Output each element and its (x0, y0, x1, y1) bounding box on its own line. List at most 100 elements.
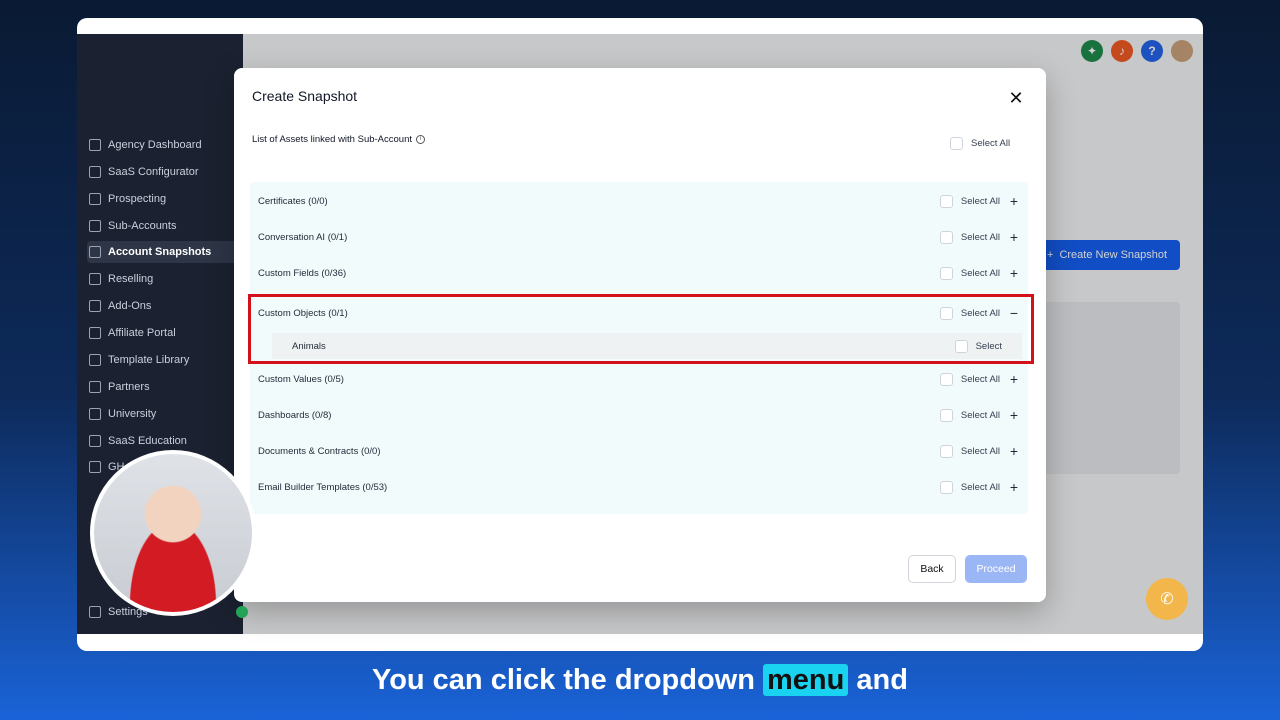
asset-row-certificates: Certificates (0/0) Select All + (250, 184, 1028, 218)
chat-icon[interactable]: ✆ (1146, 578, 1188, 620)
caption-highlight: menu (763, 664, 849, 696)
select-all-label: Select All (960, 267, 1000, 279)
sidebar-item-label: Template Library (108, 354, 190, 366)
asset-row-custom-values: Custom Values (0/5) Select All + (250, 362, 1028, 396)
asset-row-label: Certificates (0/0) (258, 195, 328, 207)
sidebar-item-reselling[interactable]: Reselling (87, 268, 237, 290)
sidebar-item-sub-accounts[interactable]: Sub-Accounts (87, 215, 237, 237)
asset-row-label: Custom Values (0/5) (258, 373, 344, 385)
handshake-icon (89, 381, 101, 393)
sidebar-item-template-library[interactable]: Template Library (87, 349, 237, 371)
global-select-all: Select All (950, 137, 1010, 150)
sidebar-item-label: SaaS Configurator (108, 166, 199, 178)
asset-list: Certificates (0/0) Select All + Conversat… (250, 182, 1028, 514)
asset-row-label: Dashboards (0/8) (258, 409, 332, 421)
select-all-checkbox[interactable] (950, 137, 963, 150)
asset-row-custom-fields: Custom Fields (0/36) Select All + (250, 256, 1028, 290)
sidebar-item-partners[interactable]: Partners (87, 376, 237, 398)
select-label: Select (975, 340, 1002, 352)
expand-plus-icon[interactable]: + (1008, 193, 1020, 209)
select-all-label: Select All (960, 445, 1000, 457)
graduation-cap-icon (89, 408, 101, 420)
bag-icon (89, 300, 101, 312)
asset-row-dashboards: Dashboards (0/8) Select All + (250, 398, 1028, 432)
sidebar-item-label: Agency Dashboard (108, 139, 202, 151)
select-all-label: Select All (960, 409, 1000, 421)
prospecting-icon (89, 193, 101, 205)
education-icon (89, 435, 101, 447)
sidebar-item-label: Affiliate Portal (108, 327, 176, 339)
select-all-label: Select All (960, 373, 1000, 385)
sidebar-item-label: Reselling (108, 273, 154, 285)
asset-row-label: Email Builder Templates (0/53) (258, 481, 388, 493)
sidebar-item-account-snapshots[interactable]: Account Snapshots (87, 241, 237, 263)
expand-plus-icon[interactable]: + (1008, 371, 1020, 387)
user-icon (89, 220, 101, 232)
asset-subrow-label: Animals (292, 340, 326, 352)
asset-row-label: Conversation AI (0/1) (258, 231, 348, 243)
sidebar-item-label: SaaS Education (108, 435, 187, 447)
webcam-overlay (90, 450, 256, 616)
asset-row-label: Documents & Contracts (0/0) (258, 445, 381, 457)
gear-icon (89, 606, 101, 618)
close-icon[interactable]: ✕ (1008, 89, 1024, 107)
reselling-icon (89, 273, 101, 285)
modal-title: Create Snapshot (252, 88, 358, 104)
sidebar-item-label: Account Snapshots (108, 246, 212, 258)
assets-label-text: List of Assets linked with Sub-Account (252, 134, 412, 145)
asset-row-documents-contracts: Documents & Contracts (0/0) Select All + (250, 434, 1028, 468)
select-all-checkbox[interactable] (939, 230, 953, 244)
info-icon: i (416, 135, 425, 144)
sidebar-item-add-ons[interactable]: Add-Ons (87, 295, 237, 317)
sidebar-item-label: Prospecting (108, 193, 167, 205)
asset-row-custom-objects: Custom Objects (0/1) Select All − (250, 296, 1028, 330)
select-all-checkbox[interactable] (939, 306, 953, 320)
expand-plus-icon[interactable]: + (1008, 479, 1020, 495)
sidebar-item-saas-configurator[interactable]: SaaS Configurator (87, 161, 237, 183)
select-all-checkbox[interactable] (939, 444, 953, 458)
select-all-label: Select All (960, 307, 1000, 319)
expand-plus-icon[interactable]: + (1008, 265, 1020, 281)
sidebar-item-label: Add-Ons (108, 300, 152, 312)
sidebar-item-university[interactable]: University (87, 403, 237, 425)
create-snapshot-modal: Create Snapshot ✕ List of Assets linked … (234, 68, 1046, 602)
snapshot-icon (89, 246, 101, 258)
assets-label: List of Assets linked with Sub-Account i (252, 134, 425, 145)
select-all-checkbox[interactable] (939, 266, 953, 280)
select-all-label: Select All (960, 481, 1000, 493)
sidebar-item-affiliate-portal[interactable]: Affiliate Portal (87, 322, 237, 344)
expand-plus-icon[interactable]: + (1008, 407, 1020, 423)
asset-row-email-builder-templates: Email Builder Templates (0/53) Select Al… (250, 470, 1028, 504)
sidebar-item-label: University (108, 408, 157, 420)
select-all-label: Select All (960, 195, 1000, 207)
select-all-checkbox[interactable] (939, 194, 953, 208)
select-all-label: Select All (971, 138, 1011, 149)
sidebar-item-agency-dashboard[interactable]: Agency Dashboard (87, 134, 237, 156)
sidebar-item-prospecting[interactable]: Prospecting (87, 188, 237, 210)
caption-text: You can click the dropdown (372, 664, 755, 696)
users-icon (89, 327, 101, 339)
collapse-minus-icon[interactable]: − (1008, 305, 1020, 321)
select-all-checkbox[interactable] (939, 372, 953, 386)
asset-row-conversation-ai: Conversation AI (0/1) Select All + (250, 220, 1028, 254)
app-icon (89, 461, 101, 473)
sidebar-item-label: Sub-Accounts (108, 220, 177, 232)
asset-row-label: Custom Fields (0/36) (258, 267, 347, 279)
select-all-checkbox[interactable] (939, 480, 953, 494)
caption-text-end: and (856, 664, 908, 696)
back-button[interactable]: Back (908, 555, 956, 583)
select-all-label: Select All (960, 231, 1000, 243)
collapse-sidebar-icon[interactable] (236, 606, 248, 618)
select-all-checkbox[interactable] (939, 408, 953, 422)
expand-plus-icon[interactable]: + (1008, 443, 1020, 459)
dashboard-icon (89, 139, 101, 151)
configurator-icon (89, 166, 101, 178)
sidebar-item-label: Partners (108, 381, 150, 393)
expand-plus-icon[interactable]: + (1008, 229, 1020, 245)
select-checkbox[interactable] (954, 339, 968, 353)
sidebar-item-saas-education[interactable]: SaaS Education (87, 430, 237, 452)
asset-subrow-animals: Animals Select (272, 333, 1022, 359)
caption: You can click the dropdown menu and (0, 664, 1280, 697)
proceed-button[interactable]: Proceed (965, 555, 1027, 583)
library-icon (89, 354, 101, 366)
